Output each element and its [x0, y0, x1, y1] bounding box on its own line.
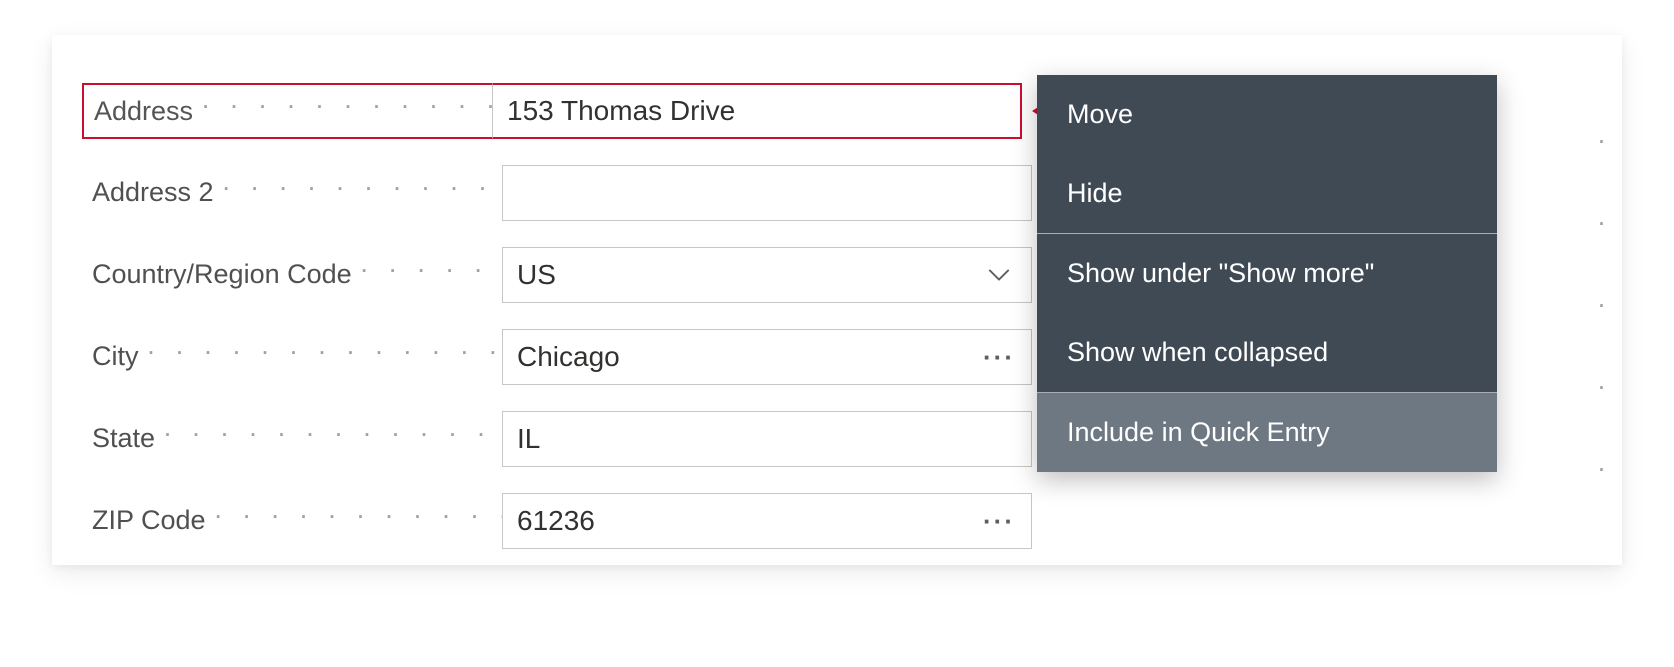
ctx-item-label: Show when collapsed [1067, 337, 1328, 367]
field-value: IL [517, 423, 1017, 455]
state-input[interactable]: IL [502, 411, 1032, 467]
ctx-item-include-quick-entry[interactable]: Include in Quick Entry [1037, 393, 1497, 472]
right-column-dots-3: · [1597, 371, 1612, 402]
right-column-dots-1: · [1597, 207, 1612, 238]
label-dots [360, 259, 502, 291]
label-dots [147, 341, 503, 373]
zip-input[interactable]: 61236 ··· [502, 493, 1032, 549]
field-label-wrap: State [92, 423, 502, 455]
ctx-item-label: Include in Quick Entry [1067, 417, 1330, 447]
field-label: Address [94, 96, 201, 127]
right-column-dots-2: · [1597, 289, 1612, 320]
label-dots [214, 505, 502, 537]
form-card: Address 153 Thomas Drive Address 2 Count… [52, 35, 1622, 565]
field-label-wrap: Address 2 [92, 177, 502, 209]
ctx-item-label: Hide [1067, 178, 1123, 208]
ctx-item-label: Show under "Show more" [1067, 258, 1374, 288]
ellipsis-icon[interactable]: ··· [981, 342, 1017, 373]
label-dots [163, 423, 502, 455]
field-label-wrap: ZIP Code [92, 505, 502, 537]
field-label: Address 2 [92, 177, 222, 208]
chevron-down-icon[interactable] [981, 268, 1017, 282]
right-column-dots-4: · [1597, 453, 1612, 484]
ellipsis-icon[interactable]: ··· [981, 506, 1017, 537]
field-value: US [517, 259, 981, 291]
field-label-wrap: City [92, 341, 502, 373]
ctx-item-hide[interactable]: Hide [1037, 154, 1497, 233]
field-label: State [92, 423, 163, 454]
ctx-item-show-when-collapsed[interactable]: Show when collapsed [1037, 313, 1497, 392]
field-label-wrap: Country/Region Code [92, 259, 502, 291]
field-label: City [92, 341, 147, 372]
field-label: ZIP Code [92, 505, 214, 536]
label-dots [201, 95, 492, 127]
field-context-menu: Move Hide Show under "Show more" Show wh… [1037, 75, 1497, 472]
ctx-item-show-under-show-more[interactable]: Show under "Show more" [1037, 234, 1497, 313]
field-value: 61236 [517, 505, 981, 537]
country-code-input[interactable]: US [502, 247, 1032, 303]
field-value: Chicago [517, 341, 981, 373]
address2-input[interactable] [502, 165, 1032, 221]
right-column-dots-0: · [1597, 125, 1612, 156]
city-input[interactable]: Chicago ··· [502, 329, 1032, 385]
field-label-wrap: Address [82, 83, 492, 139]
field-value: 153 Thomas Drive [507, 95, 1006, 127]
ctx-item-move[interactable]: Move [1037, 75, 1497, 154]
field-label: Country/Region Code [92, 259, 360, 290]
label-dots [222, 177, 502, 209]
address-input[interactable]: 153 Thomas Drive [492, 83, 1022, 139]
ctx-item-label: Move [1067, 99, 1133, 129]
